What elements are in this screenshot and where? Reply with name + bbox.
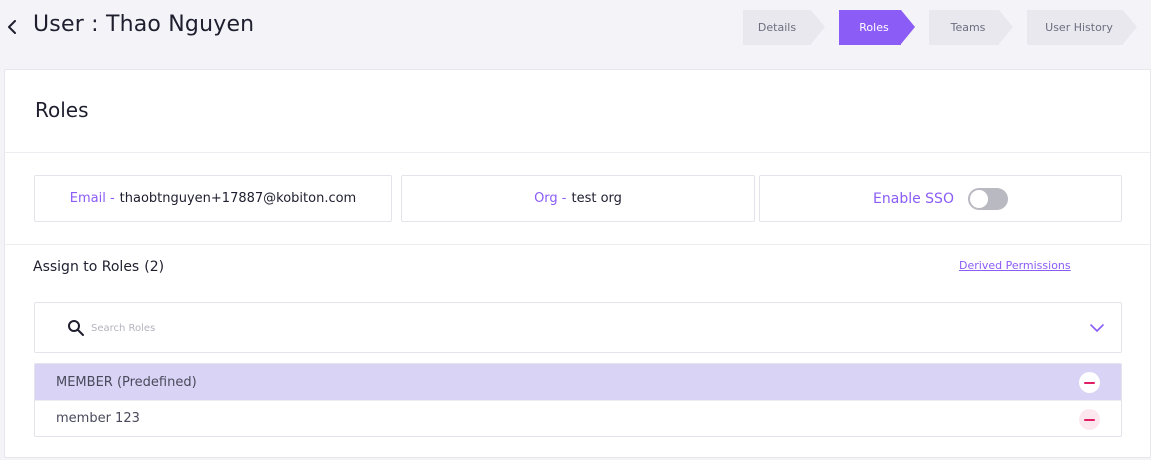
org-label: Org -: [534, 191, 567, 206]
tab-user-history[interactable]: User History: [1027, 10, 1123, 45]
remove-role-button[interactable]: [1079, 372, 1100, 393]
org-value: test org: [571, 191, 622, 206]
chevron-down-icon[interactable]: [1089, 320, 1105, 336]
search-roles-input[interactable]: [91, 317, 991, 339]
page-title: User : Thao Nguyen: [33, 12, 255, 37]
back-button[interactable]: [2, 16, 22, 38]
role-item[interactable]: MEMBER (Predefined): [35, 364, 1121, 400]
assign-roles-label: Assign to Roles: [33, 259, 140, 275]
roles-card: Roles Email - thaobtnguyen+17887@kobiton…: [4, 69, 1151, 458]
chevron-left-icon: [8, 20, 16, 34]
derived-permissions-link[interactable]: Derived Permissions: [959, 259, 1071, 272]
minus-icon: [1084, 418, 1095, 421]
role-search: [34, 302, 1122, 353]
remove-role-button[interactable]: [1079, 409, 1100, 430]
page-header: User : Thao Nguyen Details Roles Teams U…: [0, 0, 1151, 56]
tab-details[interactable]: Details: [743, 10, 811, 45]
tab-roles[interactable]: Roles: [839, 10, 901, 45]
assigned-roles-list: MEMBER (Predefined) member 123: [34, 363, 1122, 437]
role-item[interactable]: member 123: [35, 400, 1121, 436]
toggle-knob: [969, 189, 988, 208]
assign-roles-count: (2): [144, 259, 165, 275]
role-name: MEMBER (Predefined): [56, 374, 197, 390]
sso-toggle[interactable]: [967, 187, 1008, 210]
assign-roles-heading: Assign to Roles (2): [33, 259, 164, 275]
tab-teams[interactable]: Teams: [929, 10, 999, 45]
org-box: Org - test org: [401, 175, 755, 222]
email-value: thaobtnguyen+17887@kobiton.com: [119, 191, 357, 206]
divider: [5, 244, 1150, 245]
minus-icon: [1084, 381, 1095, 384]
search-icon: [68, 320, 84, 336]
divider: [5, 152, 1150, 153]
email-box: Email - thaobtnguyen+17887@kobiton.com: [34, 175, 392, 222]
role-name: member 123: [56, 411, 140, 426]
section-title: Roles: [35, 98, 89, 122]
email-label: Email -: [69, 191, 115, 206]
sso-label: Enable SSO: [873, 190, 954, 207]
sso-box: Enable SSO: [759, 175, 1122, 222]
